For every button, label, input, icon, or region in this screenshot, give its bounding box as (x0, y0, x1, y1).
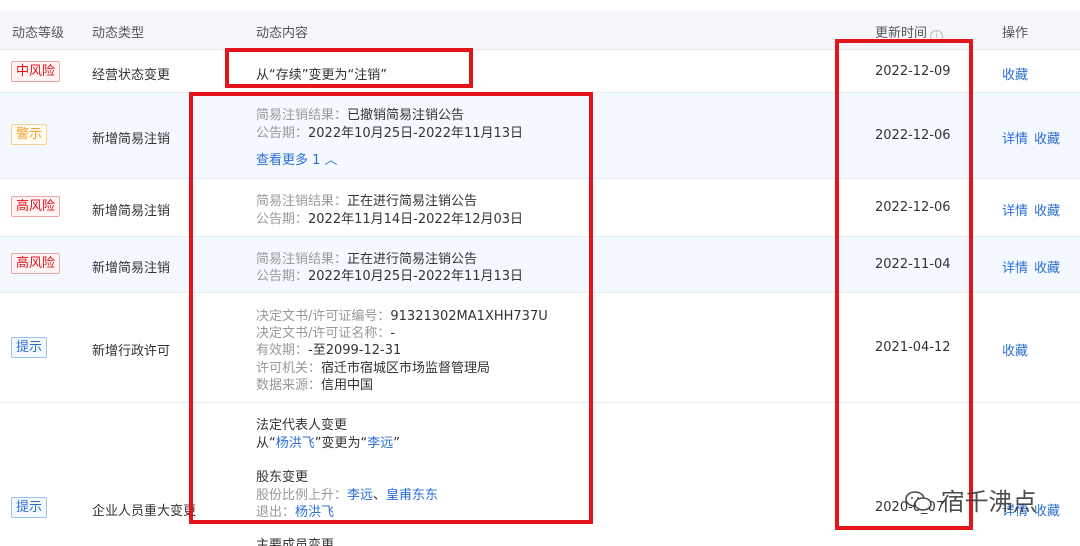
risk-badge: 警示 (11, 124, 48, 145)
header-content: 动态内容 (256, 26, 309, 41)
row-actions: 详情 收藏 (1002, 257, 1066, 276)
watermark-text: 宿千沸点 (940, 488, 1037, 516)
detail-link[interactable]: 详情 (1002, 132, 1028, 147)
type-label: 新增行政许可 (92, 344, 171, 359)
detail-link[interactable]: 详情 (1002, 204, 1028, 219)
wechat-icon (905, 491, 932, 511)
favorite-link[interactable]: 收藏 (1034, 504, 1060, 519)
row-actions: 详情 收藏 (1002, 200, 1066, 219)
row-actions: 详情 收藏 (1002, 128, 1066, 147)
highlight-box (835, 39, 973, 530)
type-label: 经营状态变更 (92, 68, 171, 83)
favorite-link[interactable]: 收藏 (1034, 204, 1060, 219)
detail-link[interactable]: 详情 (1002, 261, 1028, 276)
highlight-box (189, 92, 593, 524)
section-title: 主要成员变更 (256, 538, 335, 546)
type-label: 企业人员重大变更 (92, 504, 197, 519)
risk-badge: 高风险 (11, 196, 61, 217)
row-actions: 收藏 (1002, 340, 1034, 359)
type-label: 新增简易注销 (92, 261, 171, 276)
header-level: 动态等级 (12, 26, 65, 41)
favorite-link[interactable]: 收藏 (1034, 261, 1060, 276)
favorite-link[interactable]: 收藏 (1002, 344, 1028, 359)
row-actions: 收藏 (1002, 64, 1034, 83)
header-type: 动态类型 (92, 26, 145, 41)
favorite-link[interactable]: 收藏 (1002, 68, 1028, 83)
header-actions: 操作 (1002, 26, 1029, 41)
risk-badge: 高风险 (11, 253, 61, 274)
favorite-link[interactable]: 收藏 (1034, 132, 1060, 147)
risk-badge: 提示 (11, 337, 48, 358)
risk-badge: 中风险 (11, 61, 61, 82)
highlight-box (225, 48, 473, 88)
watermark: 宿千沸点 (905, 482, 1037, 517)
type-label: 新增简易注销 (92, 204, 171, 219)
type-label: 新增简易注销 (92, 132, 171, 147)
risk-badge: 提示 (11, 497, 48, 518)
